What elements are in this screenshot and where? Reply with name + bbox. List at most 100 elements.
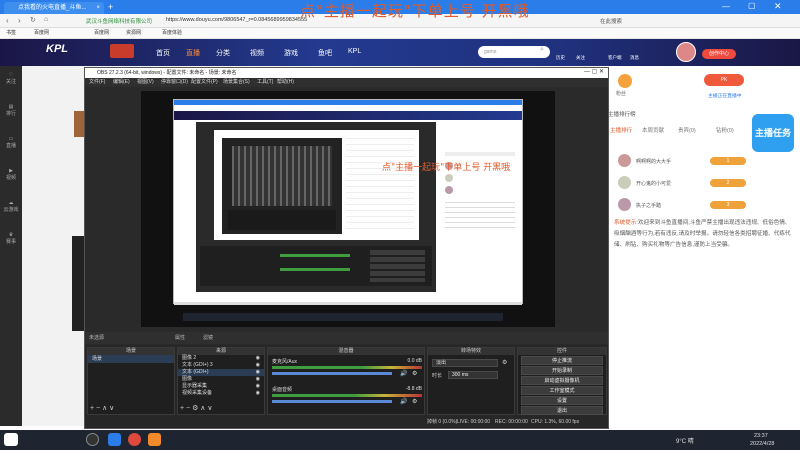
menu-item[interactable]: 帮助(H) xyxy=(277,78,294,87)
eye-icon[interactable]: ◉ xyxy=(256,383,260,390)
menu-item[interactable]: 工具(T) xyxy=(257,78,273,87)
search-icon[interactable]: ⌕ xyxy=(540,46,544,54)
header-history[interactable]: 历史 xyxy=(556,55,565,61)
bookmark-item[interactable]: 百度体验 xyxy=(162,28,182,39)
gear-icon[interactable]: ⚙ xyxy=(412,398,417,405)
menu-item[interactable]: 场景集合(S) xyxy=(223,78,250,87)
home-icon[interactable]: ⌂ xyxy=(44,16,48,23)
system-notice: 系统提示:欢迎来到斗鱼直播间,斗鱼严禁主播出现违法违规、低俗色情、吸烟酗酒等行为… xyxy=(614,220,791,248)
scene-item[interactable]: 场景 xyxy=(88,355,174,363)
bookmark-item[interactable]: 百度网 xyxy=(34,28,49,39)
header-messages[interactable]: 消息 xyxy=(630,55,639,61)
tab-week[interactable]: 本周贡献 xyxy=(642,126,664,134)
settings-button[interactable]: 设置 xyxy=(521,396,603,405)
live-status-link[interactable]: 主播正在直播中 xyxy=(708,92,742,99)
source-item[interactable]: 视频采集设备 ◉ xyxy=(178,390,264,397)
browser-tab[interactable]: 点我看的火电直播_斗鱼... × xyxy=(4,2,104,14)
header-follow[interactable]: 关注 xyxy=(576,55,585,61)
source-toolbar-buttons[interactable]: + − ⚙ ∧ ∨ xyxy=(180,404,212,412)
stop-stream-button[interactable]: 停止推流 xyxy=(521,356,603,365)
promo-task-banner[interactable]: 主播任务 xyxy=(752,114,794,152)
rail-item-follow[interactable]: ♡ 关注 xyxy=(0,72,22,85)
bookmark-item[interactable]: 百度网 xyxy=(94,28,109,39)
tab-anchor-rank[interactable]: 主播排行 xyxy=(610,126,632,134)
eye-icon[interactable]: ◉ xyxy=(256,376,260,383)
weather-label[interactable]: 9°C 晴 xyxy=(676,436,694,445)
start-recording-button[interactable]: 开始录制 xyxy=(521,366,603,375)
menu-item[interactable]: 编辑(E) xyxy=(113,78,130,87)
obs-window-controls[interactable]: — ▢ ✕ xyxy=(551,68,608,78)
header-client[interactable]: 客户端 xyxy=(608,55,622,61)
properties-button[interactable]: 属性 xyxy=(175,332,185,344)
nav-category[interactable]: 分类 xyxy=(216,48,230,58)
rail-item-live[interactable]: ▭ 直播 xyxy=(0,136,22,149)
rail-item-video[interactable]: ▶ 视频 xyxy=(0,168,22,181)
minimize-icon[interactable]: — xyxy=(722,2,730,11)
app-icon[interactable] xyxy=(128,433,141,446)
clock-date[interactable]: 2022/4/28 xyxy=(750,441,774,447)
duration-input[interactable]: 300 ms xyxy=(448,371,498,379)
forward-icon[interactable]: › xyxy=(18,16,21,25)
studio-mode-button[interactable]: 工作室模式 xyxy=(521,386,603,395)
nav-kpl[interactable]: KPL xyxy=(348,48,361,55)
taskbar: 9°C 晴 23:37 2022/4/28 xyxy=(0,430,800,450)
filters-button[interactable]: 滤镜 xyxy=(203,332,213,344)
source-item[interactable]: 图像 ◉ xyxy=(178,376,264,383)
speaker-icon[interactable]: 🔊 xyxy=(400,398,407,405)
list-item[interactable]: 啊啊啊的大大手 1 xyxy=(610,154,790,168)
nav-yuba[interactable]: 鱼吧 xyxy=(318,48,332,58)
bookmark-item[interactable]: 书签 xyxy=(6,28,16,39)
menu-item[interactable]: 停靠窗口(D) xyxy=(161,78,188,87)
eye-icon[interactable]: ◉ xyxy=(256,355,260,362)
eye-icon[interactable]: ◉ xyxy=(256,369,260,376)
nav-live[interactable]: 直播 xyxy=(186,48,200,58)
nav-home[interactable]: 首页 xyxy=(156,48,170,58)
maximize-icon[interactable]: ▢ xyxy=(748,1,756,10)
rail-item-event[interactable]: ♛ 赛事 xyxy=(0,232,22,245)
rail-item-cloud[interactable]: ☁ 云游戏 xyxy=(0,200,22,213)
menu-item[interactable]: 视图(V) xyxy=(137,78,154,87)
transition-select[interactable]: 淡出 xyxy=(432,359,498,367)
speaker-icon[interactable]: 🔊 xyxy=(400,370,407,377)
pk-button[interactable]: PK xyxy=(704,74,744,86)
volume-slider[interactable] xyxy=(272,400,392,403)
gear-icon[interactable]: ⚙ xyxy=(412,370,417,377)
obs-app-icon[interactable] xyxy=(86,433,99,446)
nav-video[interactable]: 视频 xyxy=(250,48,264,58)
new-tab-icon[interactable]: + xyxy=(108,2,113,12)
site-logo[interactable]: KPL xyxy=(46,43,86,61)
gear-icon[interactable]: ⚙ xyxy=(502,359,507,366)
list-item[interactable]: 执子之手踏 3 xyxy=(610,198,790,212)
eye-icon[interactable]: ◉ xyxy=(256,390,260,397)
exit-button[interactable]: 退出 xyxy=(521,406,603,415)
list-item[interactable]: 开心鬼的小可爱 2 xyxy=(610,176,790,190)
close-window-icon[interactable]: ✕ xyxy=(774,1,782,12)
virtual-camera-button[interactable]: 启动虚拟摄像机 xyxy=(521,376,603,385)
clock-time[interactable]: 23:37 xyxy=(754,433,768,439)
tab-diamond[interactable]: 钻粉(0) xyxy=(716,126,734,134)
url-input[interactable]: https://www.douyu.com/9806547_r=0.084568… xyxy=(166,17,307,23)
volume-slider[interactable] xyxy=(272,372,392,375)
eye-icon[interactable]: ◉ xyxy=(256,362,260,369)
source-item[interactable]: 文本 (GDI+) 3 ◉ xyxy=(178,362,264,369)
avatar[interactable] xyxy=(676,42,696,62)
bookmark-item[interactable]: 资源网 xyxy=(126,28,141,39)
source-item[interactable]: 文本 (GDI+) ◉ xyxy=(178,369,264,376)
windows-start-icon[interactable] xyxy=(4,433,18,446)
refresh-icon[interactable]: ↻ xyxy=(30,16,36,24)
menu-item[interactable]: 文件(F) xyxy=(89,78,105,87)
nav-game[interactable]: 游戏 xyxy=(284,48,298,58)
browser-app-icon[interactable] xyxy=(108,433,121,446)
creator-center-button[interactable]: 创作中心 xyxy=(702,49,736,59)
scene-toolbar[interactable]: + − ∧ ∨ xyxy=(90,404,114,412)
search-label[interactable]: 在此搜索 xyxy=(600,17,622,25)
source-item[interactable]: 图像 2 ◉ xyxy=(178,355,264,362)
tab-vip[interactable]: 贵宾(0) xyxy=(678,126,696,134)
app-icon[interactable] xyxy=(148,433,161,446)
back-icon[interactable]: ‹ xyxy=(6,16,9,25)
menu-item[interactable]: 配置文件(P) xyxy=(191,78,218,87)
source-item[interactable]: 显示器采集 ◉ xyxy=(178,383,264,390)
close-icon[interactable]: × xyxy=(96,2,100,14)
rail-item-rank[interactable]: ▤ 排行 xyxy=(0,104,22,117)
obs-preview[interactable] xyxy=(141,91,555,327)
